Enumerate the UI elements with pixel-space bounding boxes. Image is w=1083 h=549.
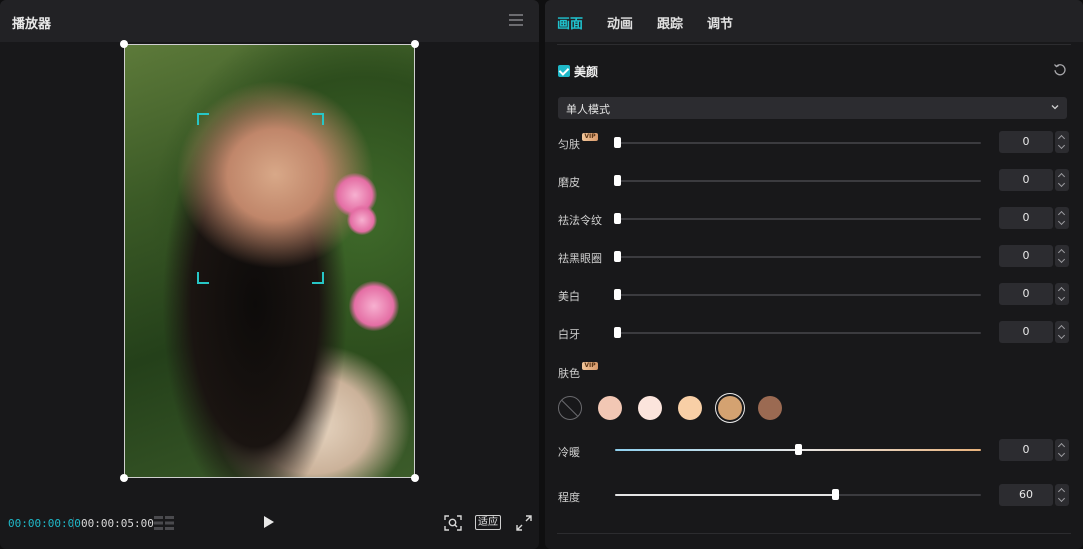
slider-label: 美白: [558, 290, 580, 303]
play-icon[interactable]: [264, 516, 274, 528]
slider-track[interactable]: [615, 218, 981, 220]
tab-divider: [557, 44, 1071, 45]
video-preview[interactable]: [124, 44, 415, 478]
warmth-knob[interactable]: [795, 444, 802, 455]
slider-knob[interactable]: [614, 137, 621, 148]
total-timecode: 00:00:05:00: [81, 517, 154, 530]
slider-value-input[interactable]: 0: [999, 245, 1053, 267]
skin-tone-swatch[interactable]: [598, 396, 622, 420]
slider-track[interactable]: [615, 332, 981, 334]
slider-stepper[interactable]: [1055, 245, 1069, 267]
timeline-grid-icon[interactable]: [153, 515, 175, 531]
intensity-value-input[interactable]: 60: [999, 484, 1053, 506]
face-bracket-top-right: [312, 113, 324, 125]
fullscreen-icon[interactable]: [516, 515, 532, 531]
current-timecode: 00:00:00:00: [8, 517, 81, 530]
tab-picture[interactable]: 画面: [557, 13, 583, 32]
skin-tone-swatch[interactable]: [758, 396, 782, 420]
skin-tone-label: 肤色: [558, 367, 580, 380]
slider-value-input[interactable]: 0: [999, 283, 1053, 305]
slider-label: 匀肤: [558, 138, 580, 151]
slider-knob[interactable]: [614, 175, 621, 186]
resize-handle-top-right[interactable]: [411, 40, 419, 48]
mode-select[interactable]: 单人模式: [558, 97, 1067, 119]
slider-track[interactable]: [615, 294, 981, 296]
slider-knob[interactable]: [614, 327, 621, 338]
fit-button[interactable]: 适应: [475, 515, 501, 530]
reset-icon[interactable]: [1053, 63, 1067, 77]
flower-decoration: [349, 281, 399, 331]
slider-stepper[interactable]: [1055, 207, 1069, 229]
intensity-fill: [615, 494, 835, 496]
slider-value-input[interactable]: 0: [999, 131, 1053, 153]
slider-stepper[interactable]: [1055, 169, 1069, 191]
slider-stepper[interactable]: [1055, 283, 1069, 305]
warmth-stepper[interactable]: [1055, 439, 1069, 461]
bottom-divider: [557, 533, 1071, 534]
skin-tone-none-swatch[interactable]: [558, 396, 582, 420]
resize-handle-top-left[interactable]: [120, 40, 128, 48]
vip-badge: VIP: [582, 362, 598, 370]
slider-value-input[interactable]: 0: [999, 207, 1053, 229]
resize-handle-bottom-right[interactable]: [411, 474, 419, 482]
slider-label: 白牙: [558, 328, 580, 341]
player-header: 播放器: [0, 0, 539, 42]
slider-knob[interactable]: [614, 251, 621, 262]
face-bracket-bottom-right: [312, 272, 324, 284]
slider-value-input[interactable]: 0: [999, 321, 1053, 343]
resize-handle-bottom-left[interactable]: [120, 474, 128, 482]
beauty-section-title: 美颜: [574, 65, 599, 79]
slider-label: 磨皮: [558, 176, 580, 189]
tab-bar: 画面 动画 跟踪 调节: [545, 0, 1083, 42]
slider-track[interactable]: [615, 142, 981, 144]
beauty-checkbox[interactable]: [558, 65, 570, 77]
chevron-down-icon: [1051, 105, 1059, 110]
face-bracket-top-left: [197, 113, 209, 125]
slider-knob[interactable]: [614, 289, 621, 300]
tab-animation[interactable]: 动画: [607, 13, 633, 32]
tab-adjust[interactable]: 调节: [707, 13, 733, 32]
slider-value-input[interactable]: 0: [999, 169, 1053, 191]
mode-select-value: 单人模式: [566, 103, 610, 116]
warmth-value-input[interactable]: 0: [999, 439, 1053, 461]
slider-knob[interactable]: [614, 213, 621, 224]
player-title: 播放器: [12, 17, 52, 32]
intensity-stepper[interactable]: [1055, 484, 1069, 506]
inspector-panel: 画面 动画 跟踪 调节 美颜 单人模式 匀肤 VIP 0 磨皮 0 祛法令纹 0 祛黑眼圈 0 美…: [545, 0, 1083, 549]
intensity-knob[interactable]: [831, 489, 839, 500]
slider-stepper[interactable]: [1055, 321, 1069, 343]
slider-stepper[interactable]: [1055, 131, 1069, 153]
slider-track[interactable]: [615, 256, 981, 258]
flower-decoration: [347, 205, 377, 235]
intensity-label: 程度: [558, 491, 580, 504]
slider-track[interactable]: [615, 180, 981, 182]
warmth-label: 冷暖: [558, 446, 580, 459]
slider-label: 祛黑眼圈: [558, 252, 602, 265]
slider-label: 祛法令纹: [558, 214, 602, 227]
player-panel: 播放器 00:00:00:00 00:00:05:00 适应: [0, 0, 539, 549]
menu-icon[interactable]: [509, 14, 523, 26]
skin-tone-swatch[interactable]: [638, 396, 662, 420]
timecode-separator: [73, 517, 74, 529]
face-bracket-bottom-left: [197, 272, 209, 284]
skin-tone-swatch[interactable]: [718, 396, 742, 420]
vip-badge: VIP: [582, 133, 598, 141]
tab-tracking[interactable]: 跟踪: [657, 13, 683, 32]
focus-icon[interactable]: [444, 515, 462, 531]
skin-tone-swatch[interactable]: [678, 396, 702, 420]
